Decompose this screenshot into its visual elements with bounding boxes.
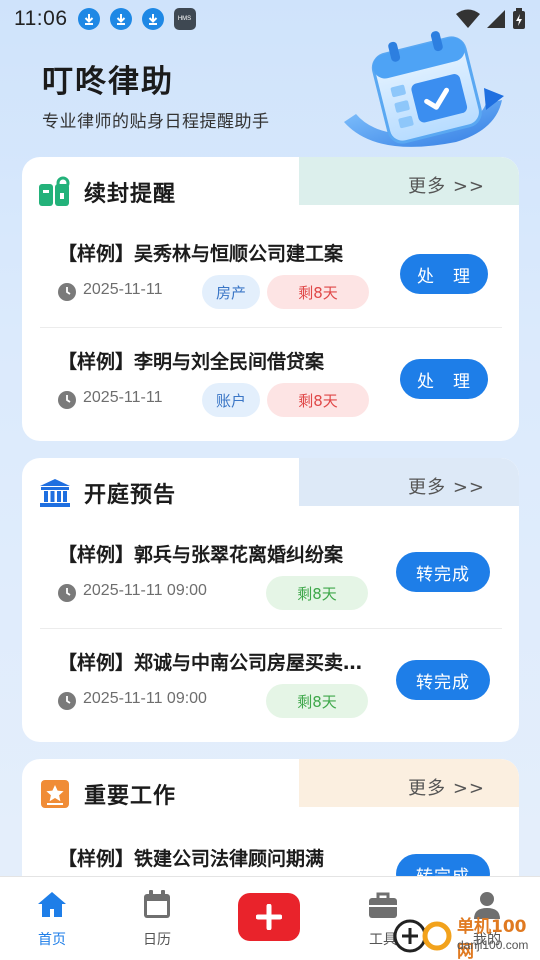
mark-complete-button[interactable]: 转完成 bbox=[396, 552, 490, 592]
case-date: 2025-11-11 bbox=[83, 281, 163, 298]
star-badge-icon bbox=[41, 780, 69, 808]
case-date: 2025-11-11 bbox=[83, 389, 163, 406]
home-icon bbox=[38, 892, 66, 917]
battery-icon bbox=[513, 8, 525, 29]
clock-icon bbox=[58, 584, 76, 602]
category-tag: 房产 bbox=[202, 275, 260, 309]
nav-calendar[interactable]: 日历 bbox=[117, 889, 197, 955]
case-title: 【样例】李明与刘全民间借贷案 bbox=[58, 351, 325, 373]
download-icon bbox=[141, 8, 164, 30]
card-title: 重要工作 bbox=[84, 784, 177, 809]
watermark-url: danji100.com bbox=[457, 938, 529, 952]
divider bbox=[40, 628, 502, 629]
card-title: 续封提醒 bbox=[84, 182, 177, 207]
lock-folder-icon bbox=[39, 176, 70, 206]
remaining-days-badge: 剩8天 bbox=[266, 576, 368, 610]
add-button[interactable] bbox=[238, 893, 300, 941]
case-title: 【样例】郭兵与张翠花离婚纠纷案 bbox=[58, 544, 344, 566]
calendar-illustration-icon bbox=[344, 31, 504, 147]
divider bbox=[40, 327, 502, 328]
wifi-icon bbox=[456, 9, 480, 28]
remaining-days-badge: 剩8天 bbox=[266, 684, 368, 718]
mark-complete-button[interactable]: 转完成 bbox=[396, 660, 490, 700]
app-title: 叮咚律助 bbox=[42, 64, 174, 100]
nav-label: 首页 bbox=[38, 932, 66, 948]
courthouse-icon bbox=[40, 479, 70, 507]
hearing-datetime: 2025-11-11 09:00 bbox=[83, 582, 207, 599]
signal-icon bbox=[487, 10, 505, 28]
remaining-days-badge: 剩8天 bbox=[267, 383, 369, 417]
clock-icon bbox=[58, 391, 76, 409]
nav-label: 日历 bbox=[143, 932, 171, 948]
list-item[interactable]: 【样例】吴秀林与恒顺公司建工案 2025-11-11 房产 剩8天 处 理 bbox=[40, 239, 502, 345]
app-subtitle: 专业律师的贴身日程提醒助手 bbox=[42, 112, 270, 132]
hms-icon: HMS bbox=[173, 8, 196, 30]
card-header: 重要工作 更多 >> bbox=[22, 759, 519, 829]
clock-icon bbox=[58, 692, 76, 710]
list-item[interactable]: 【样例】郑诚与中南公司房屋买卖… 2025-11-11 09:00 剩8天 转完… bbox=[40, 648, 502, 742]
download-icon bbox=[109, 8, 132, 30]
watermark-text: 单机100网 bbox=[457, 917, 527, 960]
card-header: 开庭预告 更多 >> bbox=[22, 458, 519, 528]
more-link[interactable]: 更多 >> bbox=[408, 172, 485, 198]
more-link[interactable]: 更多 >> bbox=[408, 473, 485, 499]
plus-icon bbox=[256, 904, 282, 930]
hearing-datetime: 2025-11-11 09:00 bbox=[83, 690, 207, 707]
status-indicators bbox=[456, 8, 526, 30]
more-link[interactable]: 更多 >> bbox=[408, 774, 485, 800]
remaining-days-badge: 剩8天 bbox=[267, 275, 369, 309]
card-title: 开庭预告 bbox=[84, 483, 177, 508]
list-item[interactable]: 【样例】郭兵与张翠花离婚纠纷案 2025-11-11 09:00 剩8天 转完成 bbox=[40, 540, 502, 646]
handle-button[interactable]: 处 理 bbox=[400, 359, 488, 399]
download-icon bbox=[77, 8, 100, 30]
status-time: 11:06 bbox=[14, 7, 68, 30]
renewal-reminder-card: 续封提醒 更多 >> 【样例】吴秀林与恒顺公司建工案 2025-11-11 房产… bbox=[22, 157, 519, 441]
case-title: 【样例】吴秀林与恒顺公司建工案 bbox=[58, 243, 344, 265]
category-tag: 账户 bbox=[202, 383, 260, 417]
hearing-notice-card: 开庭预告 更多 >> 【样例】郭兵与张翠花离婚纠纷案 2025-11-11 09… bbox=[22, 458, 519, 742]
calendar-icon bbox=[144, 890, 170, 918]
site-watermark: 单机100网 danji100.com bbox=[393, 910, 540, 960]
work-title: 【样例】铁建公司法律顾问期满 bbox=[58, 848, 325, 870]
case-title: 【样例】郑诚与中南公司房屋买卖… bbox=[58, 652, 363, 674]
handle-button[interactable]: 处 理 bbox=[400, 254, 488, 294]
clock-icon bbox=[58, 283, 76, 301]
card-header: 续封提醒 更多 >> bbox=[22, 157, 519, 227]
watermark-logo-icon bbox=[393, 919, 452, 953]
nav-home[interactable]: 首页 bbox=[12, 889, 92, 955]
list-item[interactable]: 【样例】李明与刘全民间借贷案 2025-11-11 账户 剩8天 处 理 bbox=[40, 347, 502, 441]
